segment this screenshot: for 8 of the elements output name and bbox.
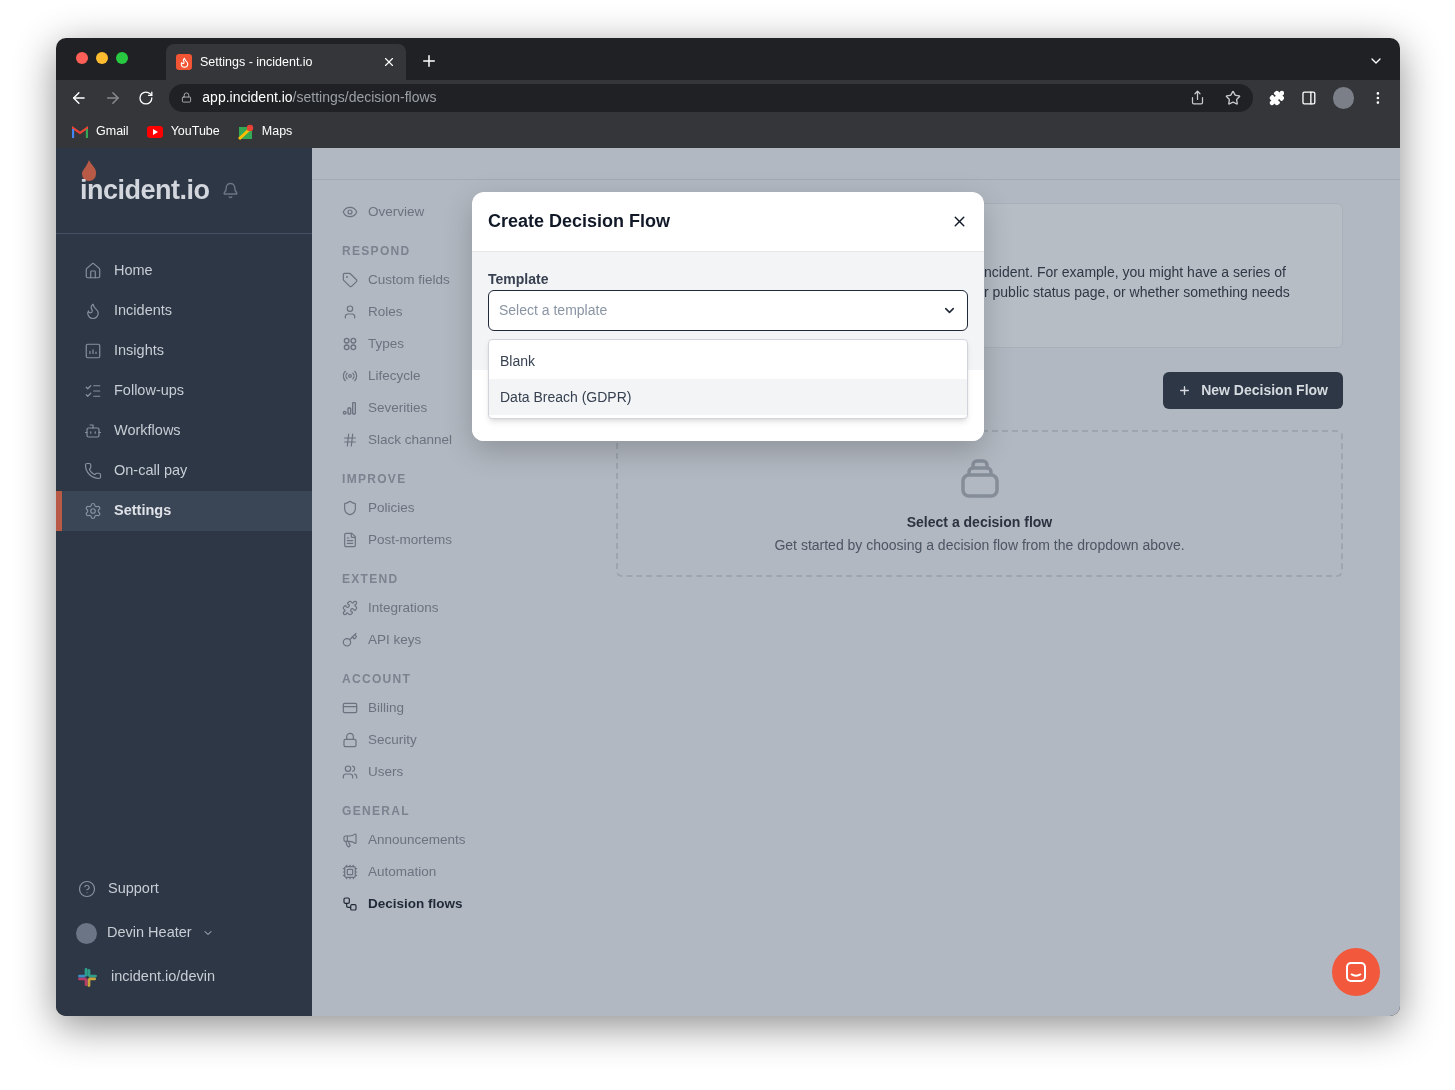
logo: incident.io: [80, 170, 210, 211]
field-label: Template: [488, 270, 550, 288]
description-text: ncident. For example, you might have a series of: [984, 263, 1287, 282]
empty-state-title: Select a decision flow: [906, 513, 1053, 532]
modal-title: Create Decision Flow: [488, 210, 671, 233]
description-text: r public status page, or whether something needs: [984, 283, 1291, 302]
url-text: app.incident.io/settings/decision-flows: [202, 88, 438, 107]
empty-state-text: Get started by choosing a decision flow from the dropdown above.: [774, 536, 1185, 555]
